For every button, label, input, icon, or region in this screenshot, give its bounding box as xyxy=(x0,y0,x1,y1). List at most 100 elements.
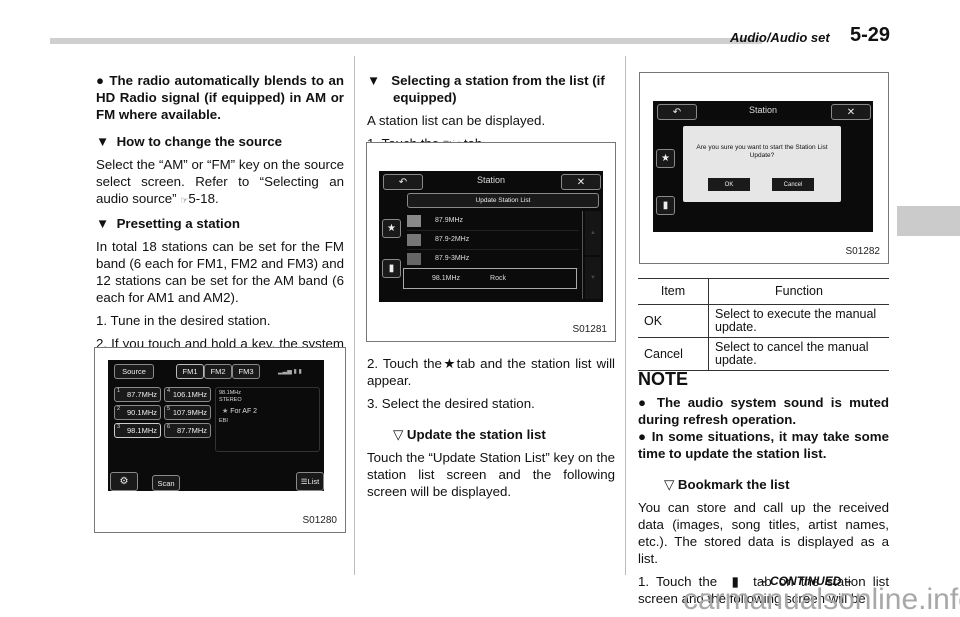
bullet-icon: ● xyxy=(96,73,110,88)
note-item: ● The audio system sound is muted during… xyxy=(638,395,889,427)
back-arrow-icon: ↶ xyxy=(672,106,682,118)
step-3: 3. Select the desired station. xyxy=(367,396,535,411)
chevron-up-icon: ▲ xyxy=(590,230,596,236)
heading-bookmark: ▽ Bookmark the list xyxy=(664,477,790,492)
preset-1[interactable]: 1 87.7MHz xyxy=(114,387,161,402)
station-logo xyxy=(407,252,421,265)
favorites-tab[interactable]: ★ xyxy=(656,149,675,168)
column-2-lower: 2. Touch the★tab and the station list wi… xyxy=(367,355,615,500)
settings-button[interactable]: ⚙ xyxy=(110,472,138,491)
function-table: Item Function OK Select to execute the m… xyxy=(638,278,889,371)
favorites-tab[interactable]: ★ xyxy=(382,219,401,238)
column-divider xyxy=(625,56,626,575)
bullet-icon: ● xyxy=(638,429,652,444)
info-extra: EBI xyxy=(219,418,228,424)
table-cell: Cancel xyxy=(638,337,709,371)
scan-button[interactable]: Scan xyxy=(152,475,180,491)
gear-icon: ⚙ xyxy=(119,476,129,487)
bookmark-icon: ▮ xyxy=(388,263,395,274)
preset-paragraph: In total 18 stations can be set for the … xyxy=(96,239,344,305)
step-1: 1. Tune in the desired station. xyxy=(96,313,271,328)
close-button[interactable]: ✕ xyxy=(831,104,871,120)
heading-presetting: ▼ Presetting a station xyxy=(96,216,240,231)
band-fm1-button[interactable]: FM1 xyxy=(176,364,204,379)
header-rule xyxy=(50,38,762,44)
close-icon: ✕ xyxy=(846,106,856,118)
preset-4[interactable]: 4 106.1MHz xyxy=(164,387,211,402)
station-logo xyxy=(407,233,421,246)
figure-id: S01281 xyxy=(572,324,607,335)
back-button[interactable]: ↶ xyxy=(657,104,697,120)
column-2: ▼ Selecting a station from the list (if … xyxy=(367,72,615,153)
heading-change-source: ▼ How to change the source xyxy=(96,134,283,149)
screen-title: Station xyxy=(476,175,506,185)
station-info-panel: 98.1MHz STEREO ★ For AF 2 EBI xyxy=(215,387,320,452)
star-icon: ★ xyxy=(441,356,457,371)
station-row[interactable]: 87.9MHz xyxy=(407,211,579,231)
close-button[interactable]: ✕ xyxy=(561,174,601,190)
info-station: ★ For AF 2 xyxy=(222,408,258,415)
station-row-selected[interactable]: 98.1MHz Rock xyxy=(403,268,577,289)
station-row[interactable]: 87.9-3MHz xyxy=(407,249,579,269)
info-mode: STEREO xyxy=(219,397,242,403)
scroll-up-button[interactable]: ▲ xyxy=(585,211,601,255)
triangle-outline-icon: ▽ xyxy=(393,427,407,442)
figure-radio-screen: Source FM1 FM2 FM3 ▂▃▅ ▮ ▮ 1 87.7MHz 2 90.… xyxy=(94,347,346,533)
back-arrow-icon: ↶ xyxy=(398,176,408,188)
bullet-icon: ● xyxy=(638,395,657,410)
scrollbar[interactable] xyxy=(582,211,583,299)
band-fm3-button[interactable]: FM3 xyxy=(232,364,260,379)
preset-6[interactable]: 6 87.7MHz xyxy=(164,423,211,438)
table-row: Cancel Select to cancel the manual updat… xyxy=(638,337,889,371)
source-button[interactable]: Source xyxy=(114,364,154,379)
preset-5[interactable]: 5 107.9MHz xyxy=(164,405,211,420)
star-icon: ★ xyxy=(222,408,229,415)
step-2: 2. Touch the★tab and the station list wi… xyxy=(367,356,615,388)
station-row[interactable]: 87.9-2MHz xyxy=(407,230,579,250)
bookmark-tab[interactable]: ▮ xyxy=(656,196,675,215)
table-cell: Select to cancel the manual update. xyxy=(708,337,889,371)
update-station-list-button[interactable]: Update Station List xyxy=(407,193,599,208)
update-paragraph: Touch the “Update Station List” key on t… xyxy=(367,450,615,499)
preset-3[interactable]: 3 98.1MHz xyxy=(114,423,161,438)
triangle-down-icon: ▼ xyxy=(96,216,117,231)
close-icon: ✕ xyxy=(576,176,586,188)
scroll-down-button[interactable]: ▼ xyxy=(585,257,601,299)
chevron-down-icon: ▼ xyxy=(590,275,596,281)
screen-title: Station xyxy=(748,105,778,115)
triangle-down-icon: ▼ xyxy=(367,73,392,88)
bookmark-icon: ▮ xyxy=(662,200,669,211)
star-icon: ★ xyxy=(387,223,396,234)
dialog-message: Are you sure you want to start the Stati… xyxy=(696,144,828,159)
list-button[interactable]: ☰ List xyxy=(296,472,324,491)
bookmark-paragraph: You can store and call up the received d… xyxy=(638,500,889,566)
watermark: carmanualsonline.info xyxy=(683,583,960,616)
heading-update-list: ▽ Update the station list xyxy=(393,427,546,442)
info-frequency: 98.1MHz xyxy=(219,390,242,396)
figure-id: S01282 xyxy=(845,246,880,257)
heading-select-from-list: ▼ Selecting a station from the list (if … xyxy=(367,73,605,105)
confirm-dialog: Are you sure you want to start the Stati… xyxy=(683,126,841,202)
station-list-screen: ↶ Station ✕ Update Station List ★ ▮ 87.9… xyxy=(379,171,603,302)
triangle-outline-icon: ▽ xyxy=(664,477,678,492)
table-cell: OK xyxy=(638,304,709,338)
column-3: Item Function OK Select to execute the m… xyxy=(638,278,889,607)
cancel-button[interactable]: Cancel xyxy=(772,178,814,191)
note-item: ● In some situations, it may take some t… xyxy=(638,429,889,461)
band-fm2-button[interactable]: FM2 xyxy=(204,364,232,379)
preset-2[interactable]: 2 90.1MHz xyxy=(114,405,161,420)
update-dialog-screen: ↶ Station ✕ ★ ▮ Are you sure you want to… xyxy=(653,101,873,232)
signal-status-icon: ▂▃▅ ▮ ▮ xyxy=(278,369,302,375)
chapter-tab xyxy=(897,206,960,236)
back-button[interactable]: ↶ xyxy=(383,174,423,190)
note-heading: NOTE xyxy=(638,369,689,389)
column-divider xyxy=(354,56,355,575)
radio-screen: Source FM1 FM2 FM3 ▂▃▅ ▮ ▮ 1 87.7MHz 2 90.… xyxy=(108,360,324,491)
section-title: Audio/Audio set xyxy=(730,30,830,45)
table-header: Function xyxy=(708,278,889,305)
ok-button[interactable]: OK xyxy=(708,178,750,191)
figure-id: S01280 xyxy=(302,515,337,526)
star-icon: ★ xyxy=(661,153,670,164)
bookmark-tab[interactable]: ▮ xyxy=(382,259,401,278)
table-header-row: Item Function xyxy=(638,278,889,305)
